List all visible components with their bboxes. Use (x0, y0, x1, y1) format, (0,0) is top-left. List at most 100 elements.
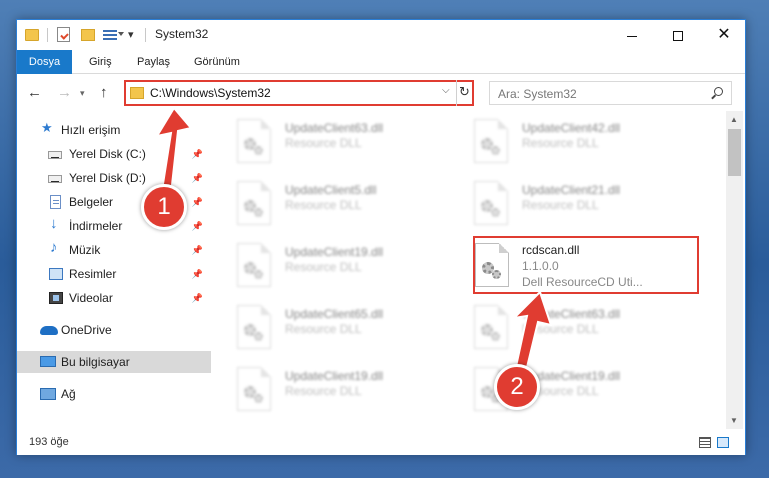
sidebar-item-label: Yerel Disk (C:) (69, 147, 146, 161)
file-item[interactable]: UpdateClient21.dll Resource DLL (450, 179, 670, 229)
chevron-down-icon[interactable]: ⌵ (442, 85, 450, 96)
sidebar-item-label: Yerel Disk (D:) (69, 171, 146, 185)
file-item[interactable]: UpdateClient63.dll Resource DLL (450, 303, 670, 353)
sidebar-item-label: Müzik (69, 243, 101, 257)
sidebar-item-quick-access[interactable]: ★ Hızlı erişim (17, 119, 211, 141)
dll-file-icon (474, 181, 508, 225)
chevron-down-icon[interactable] (118, 32, 124, 36)
folder-icon (25, 29, 39, 41)
tab-share[interactable]: Paylaş (137, 50, 170, 74)
file-description: Resource DLL (522, 198, 599, 212)
address-bar[interactable]: C:\Windows\System32 ⌵ ↻ (124, 80, 474, 106)
file-item[interactable]: UpdateClient42.dll Resource DLL (450, 117, 670, 167)
dll-file-icon (237, 243, 271, 287)
file-name: UpdateClient63.dll (285, 121, 384, 135)
scroll-down-icon[interactable]: ▼ (730, 416, 738, 425)
file-item[interactable]: UpdateClient65.dll Resource DLL (213, 303, 433, 353)
sidebar-item-music[interactable]: ♪ Müzik 📌 (17, 239, 211, 261)
file-description: Resource DLL (285, 260, 362, 274)
scroll-up-icon[interactable]: ▲ (730, 115, 738, 124)
refresh-button[interactable]: ↻ (456, 80, 472, 106)
dll-file-icon (474, 119, 508, 163)
sidebar-item-label: Resimler (69, 267, 117, 281)
maximize-icon (673, 31, 683, 42)
tab-view[interactable]: Görünüm (194, 50, 240, 74)
sidebar-item-onedrive[interactable]: OneDrive (17, 319, 211, 341)
back-button[interactable]: ← (27, 84, 42, 101)
separator (47, 28, 48, 42)
pin-icon[interactable]: 📌 (192, 143, 203, 165)
search-input[interactable]: Ara: System32 (489, 81, 732, 105)
sidebar-item-local-disk-c[interactable]: Yerel Disk (C:) 📌 (17, 143, 211, 165)
sidebar-item-label: Ağ (61, 387, 76, 401)
tab-file[interactable]: Dosya (17, 50, 72, 74)
sidebar-item-network[interactable]: Ağ (17, 383, 211, 405)
scrollbar-thumb[interactable] (728, 129, 741, 176)
search-icon[interactable] (714, 87, 723, 96)
music-icon: ♪ (50, 239, 58, 256)
file-item[interactable]: UpdateClient5.dll Resource DLL (213, 179, 433, 229)
file-name: UpdateClient21.dll (522, 183, 621, 197)
pin-icon[interactable]: 📌 (192, 215, 203, 237)
minimize-icon (627, 35, 637, 37)
pin-icon[interactable]: 📌 (192, 287, 203, 309)
file-description: Resource DLL (522, 322, 599, 336)
dll-file-icon (237, 367, 271, 411)
network-icon (40, 388, 56, 400)
item-count: 193 öğe (29, 436, 69, 448)
arrow-right-icon: → (57, 84, 72, 101)
up-button[interactable]: ↑ (100, 84, 108, 101)
recent-locations-button[interactable]: ▾ (80, 88, 85, 99)
chevron-down-icon: ▾ (80, 88, 85, 98)
star-icon: ★ (41, 120, 53, 135)
new-folder-icon[interactable] (81, 29, 95, 41)
file-name: UpdateClient19.dll (285, 369, 384, 383)
dll-file-icon (237, 305, 271, 349)
vertical-scrollbar[interactable]: ▲ ▼ (726, 111, 743, 429)
details-view-icon[interactable] (699, 437, 711, 448)
file-item[interactable]: UpdateClient19.dll Resource DLL (213, 241, 433, 291)
address-path[interactable]: C:\Windows\System32 (150, 86, 271, 100)
forward-button[interactable]: → (57, 84, 72, 101)
close-button[interactable]: ✕ (701, 20, 747, 50)
sidebar-item-label: Hızlı erişim (61, 123, 121, 137)
minimize-button[interactable] (609, 20, 655, 50)
sidebar-item-local-disk-d[interactable]: Yerel Disk (D:) 📌 (17, 167, 211, 189)
file-name: UpdateClient65.dll (285, 307, 384, 321)
videos-icon (49, 292, 63, 304)
file-item[interactable]: UpdateClient19.dll Resource DLL (450, 365, 670, 415)
file-item[interactable]: UpdateClient63.dll Resource DLL (213, 117, 433, 167)
highlight-box (473, 236, 699, 294)
pin-icon[interactable]: 📌 (192, 239, 203, 261)
file-item[interactable]: UpdateClient19.dll Resource DLL (213, 365, 433, 415)
annotation-badge-1: 1 (141, 184, 187, 230)
ribbon-tabs: Dosya Giriş Paylaş Görünüm (17, 50, 745, 74)
dll-file-icon (237, 119, 271, 163)
arrow-left-icon: ← (27, 84, 42, 101)
sidebar-item-videos[interactable]: Videolar 📌 (17, 287, 211, 309)
navigation-pane: ★ Hızlı erişim Yerel Disk (C:) 📌 Yerel D… (17, 111, 213, 429)
properties-icon[interactable] (57, 27, 70, 42)
view-options-icon[interactable] (103, 28, 117, 41)
file-description: Resource DLL (285, 136, 362, 150)
download-icon: ↓ (50, 215, 58, 232)
maximize-button[interactable] (655, 20, 701, 50)
pin-icon[interactable]: 📌 (192, 191, 203, 213)
disk-icon (48, 175, 62, 183)
file-name: UpdateClient42.dll (522, 121, 621, 135)
large-icons-view-icon[interactable] (717, 437, 729, 448)
customize-quick-access-icon[interactable]: ▾ (128, 28, 134, 41)
sidebar-item-label: Videolar (69, 291, 113, 305)
title-bar: ▾ System32 ✕ (17, 20, 745, 50)
pin-icon[interactable]: 📌 (192, 263, 203, 285)
tab-home[interactable]: Giriş (89, 50, 112, 74)
separator (145, 28, 146, 42)
sidebar-item-pictures[interactable]: Resimler 📌 (17, 263, 211, 285)
sidebar-item-this-pc[interactable]: Bu bilgisayar (17, 351, 211, 373)
dll-file-icon (474, 305, 508, 349)
disk-icon (48, 151, 62, 159)
status-bar: 193 öğe (17, 430, 745, 455)
navigation-bar: ← → ▾ ↑ C:\Windows\System32 ⌵ ↻ Ara: Sys… (17, 75, 745, 111)
pin-icon[interactable]: 📌 (192, 167, 203, 189)
this-pc-icon (40, 356, 56, 367)
